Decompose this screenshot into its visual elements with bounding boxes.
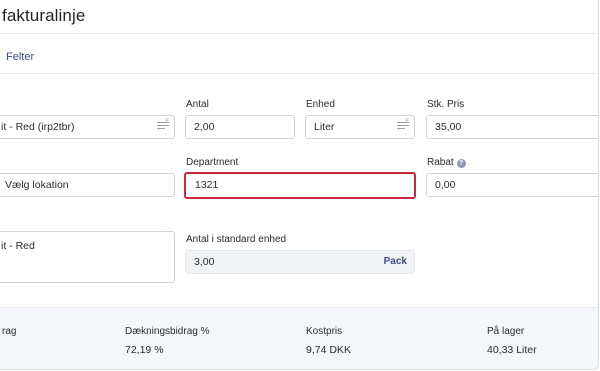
quantity-value: 2,00	[194, 121, 215, 133]
stat-label: På lager	[487, 326, 525, 337]
summary-panel: rag Dækningsbidrag % 72,19 % Kostpris 9,…	[0, 307, 598, 369]
department-value: 1321	[195, 179, 219, 191]
tab-fields[interactable]: Felter	[6, 51, 34, 63]
unit-price-label: Stk. Pris	[427, 99, 465, 110]
unit-label: Enhed	[306, 99, 335, 110]
unit-value: Liter	[314, 121, 335, 133]
standard-qty-value: 3,00	[194, 256, 215, 268]
department-input[interactable]: 1321	[184, 172, 416, 199]
unit-price-value: 35,00	[435, 121, 462, 133]
stat-label: Kostpris	[306, 326, 343, 337]
standard-qty-label: Antal i standard enhed	[186, 234, 287, 245]
discount-label: Rabat?	[427, 157, 466, 168]
discount-label-text: Rabat	[427, 157, 454, 168]
unit-price-input[interactable]: 35,00	[426, 115, 598, 139]
discount-value: 0,00	[435, 179, 456, 191]
list-picker-icon[interactable]: F	[157, 119, 169, 132]
standard-qty-field: 3,00 Pack	[185, 250, 415, 274]
location-select[interactable]: Vælg lokation	[0, 173, 175, 197]
description-value: it - Red	[1, 240, 35, 252]
stat-label: rag	[2, 326, 17, 337]
stat-value: 40,33 Liter	[487, 344, 537, 356]
item-select-value: it - Red (irp2tbr)	[1, 121, 75, 133]
discount-input[interactable]: 0,00	[426, 173, 598, 197]
location-value: Vælg lokation	[5, 179, 69, 191]
department-label: Department	[186, 157, 239, 168]
help-icon[interactable]: ?	[456, 159, 466, 168]
description-textarea[interactable]: it - Red	[0, 231, 175, 283]
quantity-input[interactable]: 2,00	[185, 115, 295, 139]
divider	[0, 73, 598, 74]
divider	[0, 33, 598, 34]
item-select[interactable]: it - Red (irp2tbr) F	[0, 115, 175, 139]
stat-value: 72,19 %	[125, 344, 164, 356]
unit-select[interactable]: Liter F	[305, 115, 415, 139]
standard-unit-label: Pack	[383, 256, 407, 267]
stat-label: Dækningsbidrag %	[125, 326, 210, 337]
dialog-title: fakturalinje	[2, 6, 86, 25]
invoice-line-dialog: fakturalinje Felter it - Red (irp2tbr) F…	[0, 0, 599, 370]
list-picker-icon[interactable]: F	[397, 119, 409, 132]
quantity-label: Antal	[186, 99, 209, 110]
stat-value: 9,74 DKK	[306, 344, 351, 356]
